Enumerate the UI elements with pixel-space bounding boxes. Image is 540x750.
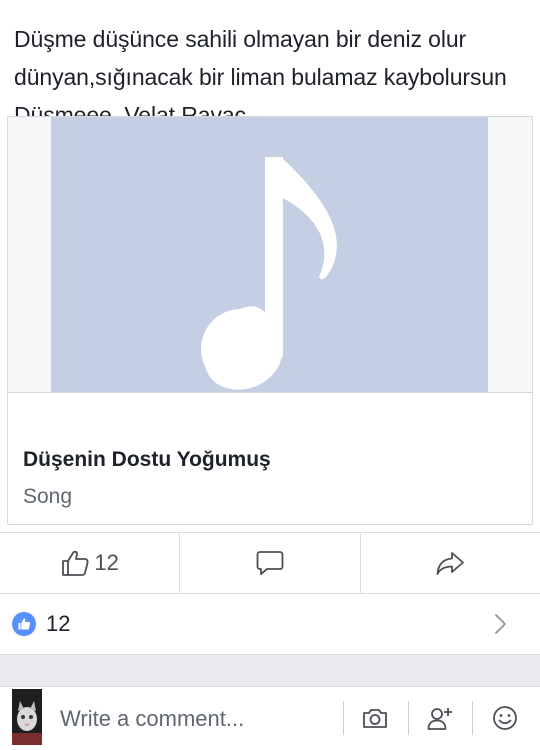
chevron-right-icon[interactable] (488, 612, 512, 636)
like-button[interactable]: 12 (0, 533, 179, 593)
previous-post-edge: · · · (0, 0, 540, 4)
thumbs-up-badge-icon (18, 618, 31, 630)
reactions-summary[interactable]: 12 (0, 594, 540, 654)
section-divider (0, 654, 540, 686)
music-note-icon (201, 157, 337, 390)
share-icon (436, 552, 465, 575)
like-reaction-badge (12, 612, 36, 636)
user-avatar-image (12, 689, 42, 745)
avatar[interactable] (12, 689, 42, 745)
comment-button[interactable] (179, 533, 359, 593)
song-artwork (51, 117, 488, 392)
composer-divider (343, 701, 344, 735)
attachment-title: Düşenin Dostu Yoğumuş (23, 448, 271, 471)
reaction-count: 12 (46, 611, 71, 636)
like-count: 12 (94, 550, 119, 575)
camera-icon[interactable] (361, 704, 389, 732)
attachment-media[interactable] (8, 117, 532, 392)
comment-composer (0, 686, 540, 750)
composer-divider (408, 701, 409, 735)
composer-divider (472, 701, 473, 735)
thumbs-up-icon (62, 550, 89, 576)
tag-friends-icon[interactable] (426, 704, 454, 732)
emoji-icon[interactable] (491, 704, 519, 732)
post-action-bar: 12 (0, 532, 540, 594)
attachment-info[interactable]: Düşenin Dostu Yoğumuş Song (8, 392, 532, 524)
comment-icon (256, 551, 284, 575)
comment-input[interactable] (50, 691, 340, 747)
song-attachment-card[interactable]: Düşenin Dostu Yoğumuş Song (7, 116, 533, 525)
share-button[interactable] (359, 533, 540, 593)
attachment-subtitle: Song (23, 485, 73, 508)
